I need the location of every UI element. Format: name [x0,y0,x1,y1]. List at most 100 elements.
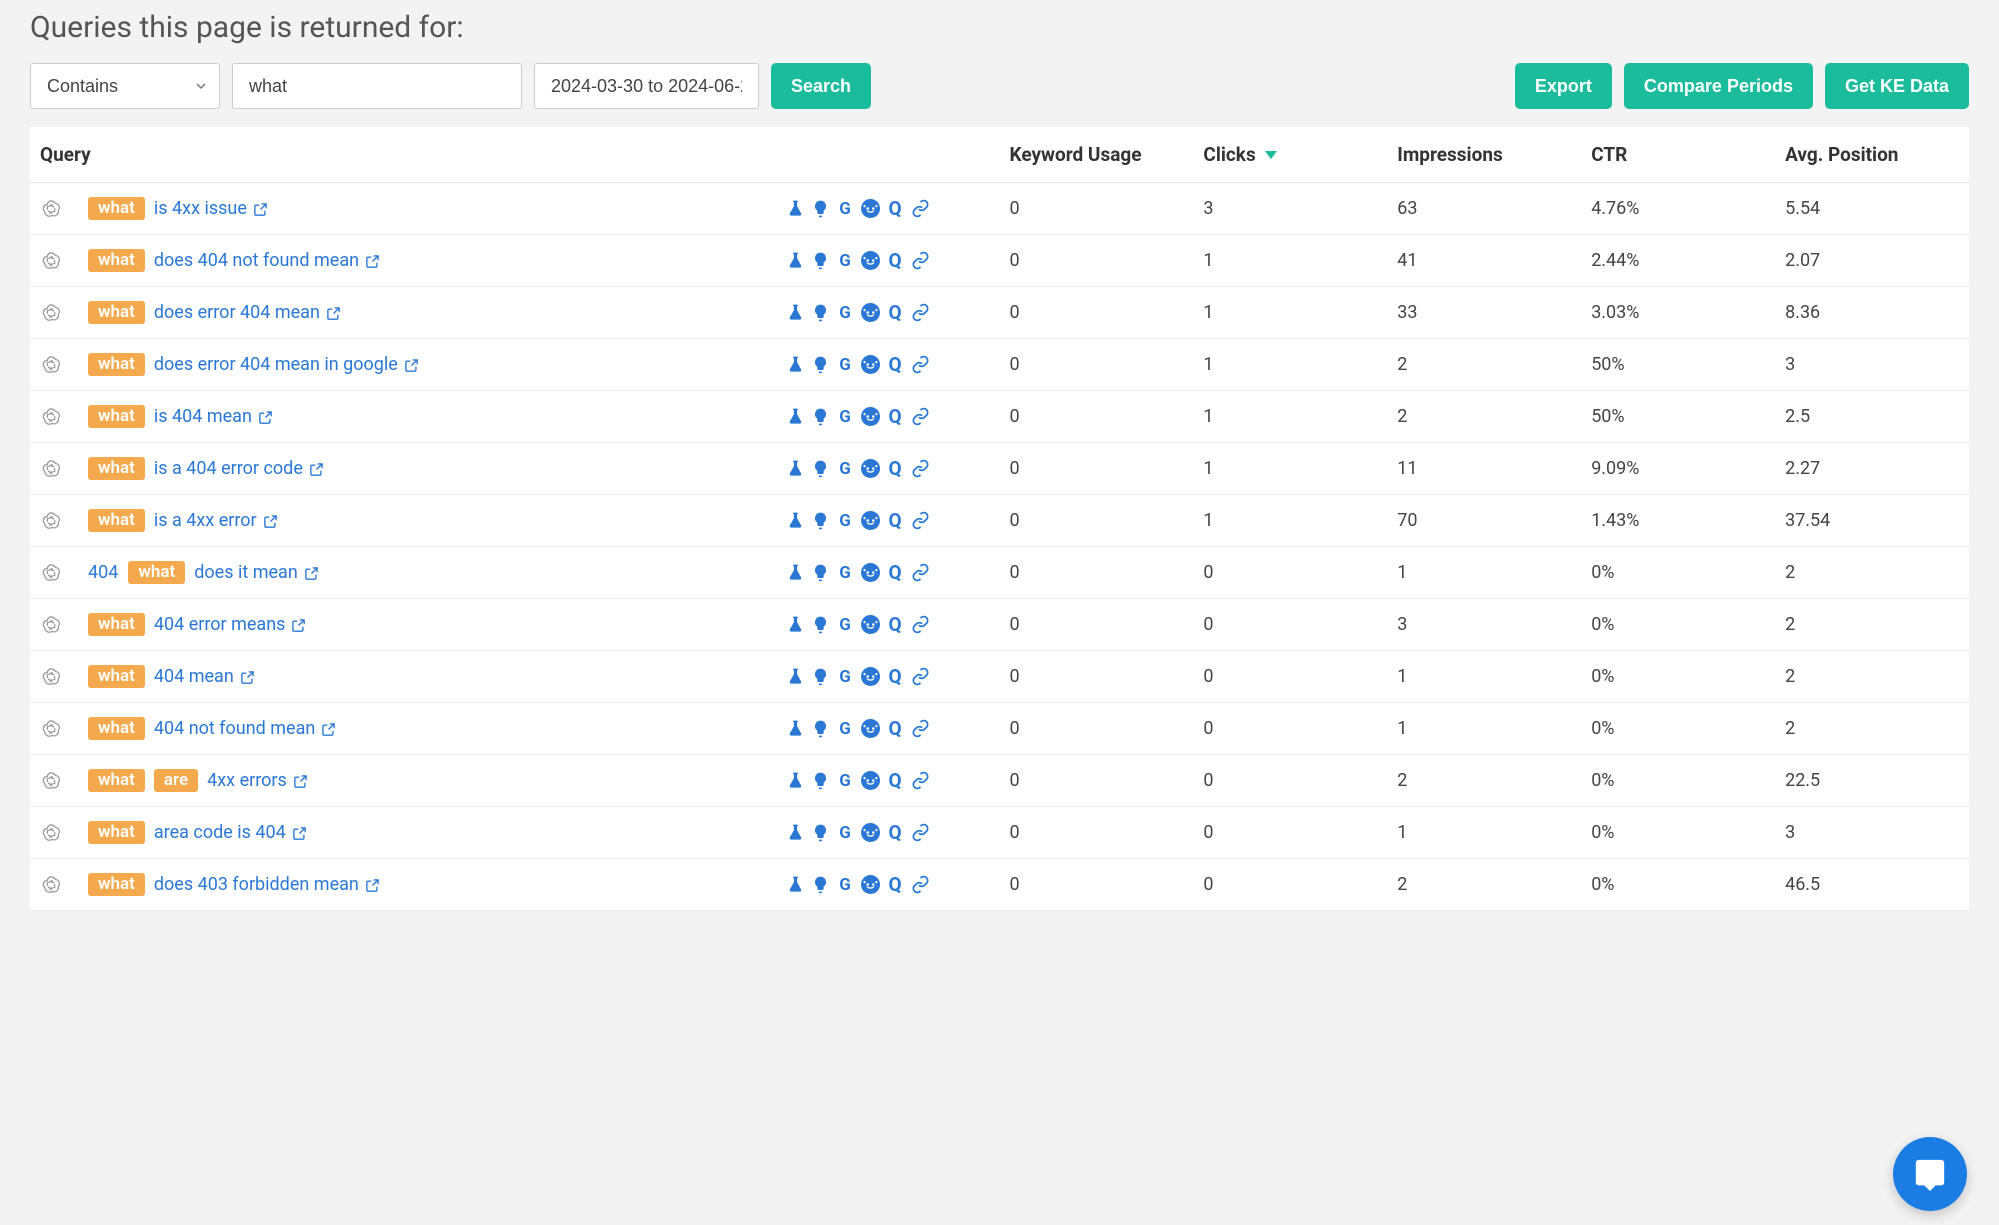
query-link[interactable]: 404 error means [154,614,307,635]
flask-icon[interactable] [786,771,805,790]
gpt-icon[interactable] [40,770,62,792]
bulb-icon[interactable] [811,303,830,322]
quora-icon[interactable]: Q [886,303,905,322]
google-icon[interactable]: G [836,875,855,894]
bulb-icon[interactable] [811,875,830,894]
query-link[interactable]: area code is 404 [154,822,307,843]
link-icon[interactable] [911,615,930,634]
gpt-icon[interactable] [40,302,62,324]
link-icon[interactable] [911,719,930,738]
flask-icon[interactable] [786,511,805,530]
google-icon[interactable]: G [836,615,855,634]
google-icon[interactable]: G [836,199,855,218]
google-icon[interactable]: G [836,511,855,530]
google-icon[interactable]: G [836,719,855,738]
bulb-icon[interactable] [811,199,830,218]
gpt-icon[interactable] [40,510,62,532]
search-button[interactable]: Search [771,63,871,109]
filter-term-input[interactable] [232,63,522,109]
gpt-icon[interactable] [40,874,62,896]
bulb-icon[interactable] [811,251,830,270]
bulb-icon[interactable] [811,459,830,478]
quora-icon[interactable]: Q [886,199,905,218]
quora-icon[interactable]: Q [886,251,905,270]
flask-icon[interactable] [786,563,805,582]
link-icon[interactable] [911,303,930,322]
gpt-icon[interactable] [40,718,62,740]
flask-icon[interactable] [786,875,805,894]
quora-icon[interactable]: Q [886,771,905,790]
bulb-icon[interactable] [811,407,830,426]
bulb-icon[interactable] [811,667,830,686]
bulb-icon[interactable] [811,771,830,790]
bulb-icon[interactable] [811,615,830,634]
reddit-icon[interactable] [861,355,880,374]
bulb-icon[interactable] [811,719,830,738]
query-link[interactable]: 404 not found mean [154,718,336,739]
flask-icon[interactable] [786,823,805,842]
flask-icon[interactable] [786,459,805,478]
query-link[interactable]: does 403 forbidden mean [154,874,380,895]
link-icon[interactable] [911,407,930,426]
bulb-icon[interactable] [811,511,830,530]
link-icon[interactable] [911,875,930,894]
flask-icon[interactable] [786,615,805,634]
col-header-clicks[interactable]: Clicks [1193,127,1387,183]
compare-periods-button[interactable]: Compare Periods [1624,63,1813,109]
gpt-icon[interactable] [40,562,62,584]
reddit-icon[interactable] [861,251,880,270]
query-link[interactable]: 4xx errors [207,770,308,791]
get-ke-data-button[interactable]: Get KE Data [1825,63,1969,109]
link-icon[interactable] [911,563,930,582]
flask-icon[interactable] [786,355,805,374]
reddit-icon[interactable] [861,199,880,218]
link-icon[interactable] [911,823,930,842]
query-link[interactable]: 404 mean [154,666,255,687]
col-header-ctr[interactable]: CTR [1581,127,1775,183]
link-icon[interactable] [911,251,930,270]
bulb-icon[interactable] [811,563,830,582]
reddit-icon[interactable] [861,563,880,582]
link-icon[interactable] [911,667,930,686]
reddit-icon[interactable] [861,615,880,634]
reddit-icon[interactable] [861,303,880,322]
filter-mode-select[interactable]: Contains [30,63,220,109]
google-icon[interactable]: G [836,355,855,374]
quora-icon[interactable]: Q [886,407,905,426]
link-icon[interactable] [911,511,930,530]
gpt-icon[interactable] [40,666,62,688]
bulb-icon[interactable] [811,355,830,374]
link-icon[interactable] [911,199,930,218]
gpt-icon[interactable] [40,250,62,272]
link-icon[interactable] [911,355,930,374]
google-icon[interactable]: G [836,667,855,686]
gpt-icon[interactable] [40,822,62,844]
google-icon[interactable]: G [836,459,855,478]
col-header-impressions[interactable]: Impressions [1387,127,1581,183]
gpt-icon[interactable] [40,354,62,376]
google-icon[interactable]: G [836,407,855,426]
query-link[interactable]: does error 404 mean [154,302,341,323]
google-icon[interactable]: G [836,251,855,270]
flask-icon[interactable] [786,199,805,218]
export-button[interactable]: Export [1515,63,1612,109]
reddit-icon[interactable] [861,667,880,686]
date-range-input[interactable] [534,63,759,109]
quora-icon[interactable]: Q [886,667,905,686]
gpt-icon[interactable] [40,614,62,636]
col-header-position[interactable]: Avg. Position [1775,127,1969,183]
google-icon[interactable]: G [836,303,855,322]
google-icon[interactable]: G [836,771,855,790]
query-link[interactable]: is 404 mean [154,406,273,427]
reddit-icon[interactable] [861,823,880,842]
link-icon[interactable] [911,771,930,790]
reddit-icon[interactable] [861,511,880,530]
quora-icon[interactable]: Q [886,875,905,894]
google-icon[interactable]: G [836,823,855,842]
query-link[interactable]: does 404 not found mean [154,250,380,271]
gpt-icon[interactable] [40,198,62,220]
flask-icon[interactable] [786,667,805,686]
link-icon[interactable] [911,459,930,478]
flask-icon[interactable] [786,407,805,426]
quora-icon[interactable]: Q [886,719,905,738]
